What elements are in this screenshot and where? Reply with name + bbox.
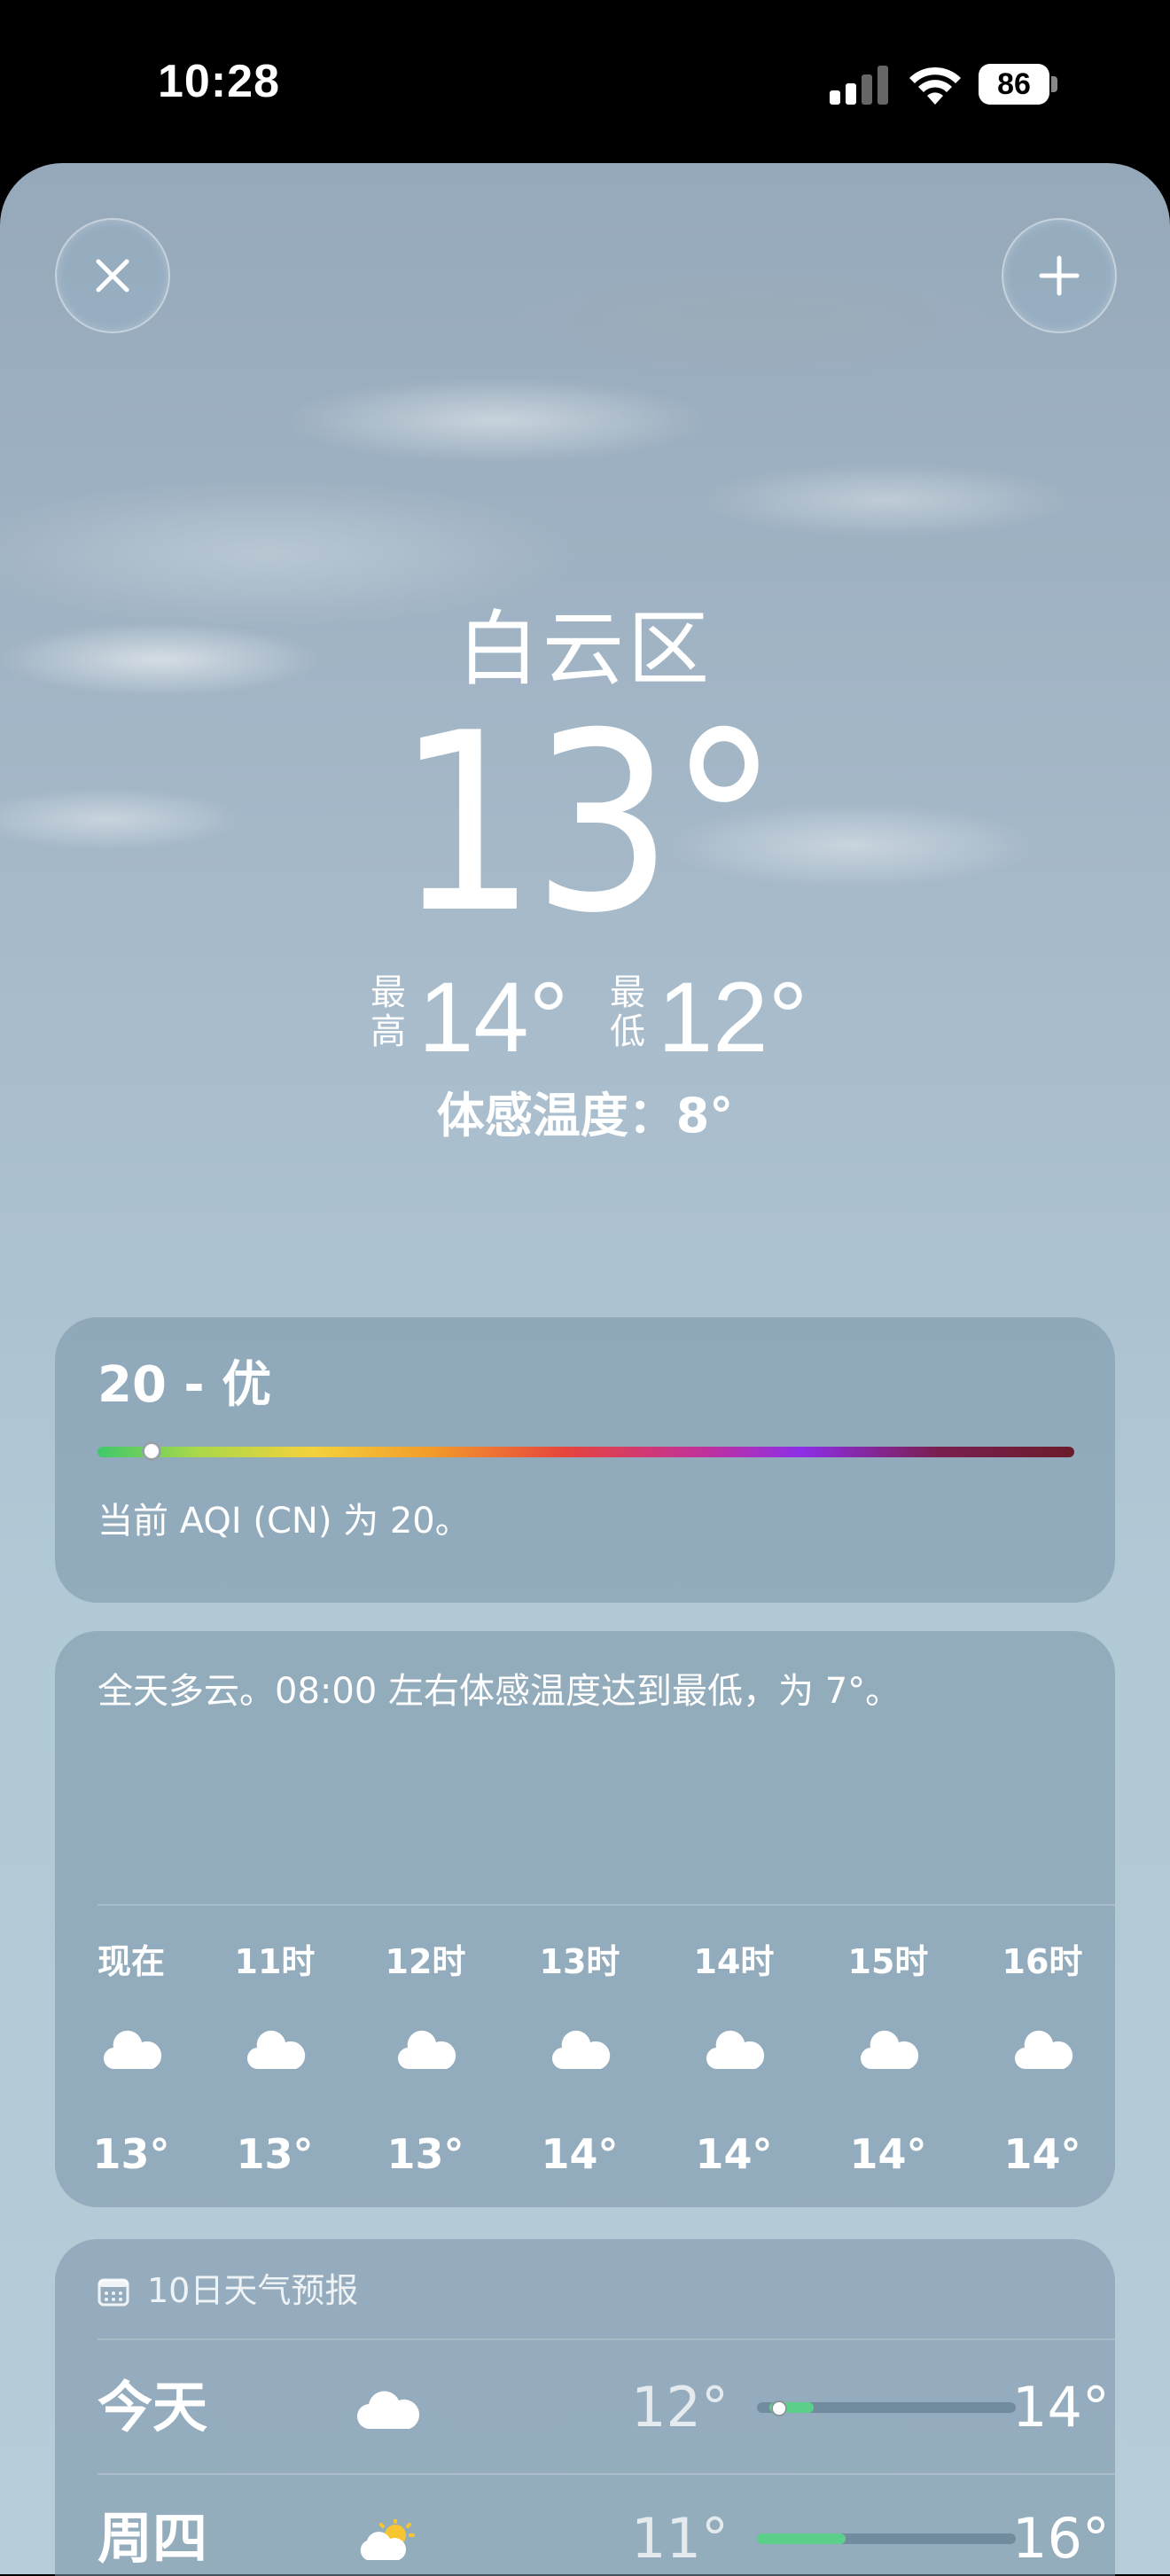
forecast-row-thursday[interactable]: 周四 11° 16°	[55, 2471, 1115, 2576]
hour-temperature: 13°	[236, 2130, 314, 2178]
hour-label: 现在	[97, 1942, 165, 1981]
hourly-item: 15时 14°	[835, 1631, 941, 2207]
forecast-day: 周四	[98, 2506, 208, 2571]
cloud-icon	[860, 2030, 919, 2070]
aqi-scale-bar	[98, 1447, 1074, 1457]
wifi-icon	[909, 66, 961, 105]
add-location-button[interactable]	[1002, 218, 1117, 333]
cloud-icon	[103, 2030, 162, 2070]
hourly-item: 现在 13°	[78, 1631, 184, 2207]
forecast-row-today[interactable]: 今天 12° 14°	[55, 2340, 1115, 2464]
current-temperature: 13°	[395, 680, 779, 967]
high-label: 最	[370, 972, 406, 1013]
forecast-title: 10日天气预报	[147, 2271, 359, 2310]
hourly-forecast-card[interactable]: 全天多云。08:00 左右体感温度达到最低，为 7°。 现在 13° 11时 13° 1…	[55, 1631, 1115, 2207]
aqi-value: 20 - 优	[98, 1356, 272, 1414]
air-quality-card[interactable]: 20 - 优 当前 AQI (CN) 为 20。	[55, 1317, 1115, 1603]
hour-label: 15时	[847, 1942, 929, 1981]
partly-sunny-icon	[360, 2519, 415, 2560]
hourly-item: 16时 14°	[989, 1631, 1096, 2207]
forecast-high: 16°	[1012, 2506, 1110, 2571]
hour-label: 13时	[539, 1942, 620, 1981]
calendar-icon	[98, 2278, 129, 2307]
plus-icon	[1039, 255, 1080, 296]
cellular-signal-icon	[830, 66, 888, 105]
hour-temperature: 14°	[849, 2130, 927, 2178]
hourly-item: 14时 14°	[681, 1631, 787, 2207]
close-button[interactable]	[55, 218, 170, 333]
cloud-icon	[246, 2030, 306, 2070]
cloud-icon	[397, 2030, 456, 2070]
forecast-low: 12°	[631, 2375, 729, 2439]
forecast-day: 今天	[98, 2375, 208, 2439]
cloud-icon	[551, 2030, 611, 2070]
forecast-low: 11°	[631, 2506, 729, 2571]
aqi-indicator	[142, 1441, 161, 1461]
hour-temperature: 13°	[92, 2130, 170, 2178]
status-time: 10:28	[158, 56, 280, 107]
close-icon	[96, 259, 129, 293]
hourly-item: 13时 14°	[526, 1631, 633, 2207]
hour-label: 11时	[234, 1942, 316, 1981]
low-value: 12°	[658, 962, 808, 1073]
hour-temperature: 14°	[695, 2130, 773, 2178]
hour-temperature: 13°	[386, 2130, 464, 2178]
aqi-description: 当前 AQI (CN) 为 20。	[98, 1501, 471, 1542]
current-temp-dot	[771, 2400, 787, 2416]
hour-label: 12时	[385, 1942, 466, 1981]
status-bar: 10:28 86	[0, 0, 1170, 160]
temperature-range-fill	[757, 2533, 846, 2544]
low-label: 最	[610, 972, 645, 1013]
battery-level: 86	[979, 64, 1049, 105]
ten-day-forecast-card[interactable]: 10日天气预报 今天 12° 14° 周四 11° 16°	[55, 2239, 1115, 2576]
hourly-item: 11时 13°	[222, 1631, 328, 2207]
feels-like: 体感温度：8°	[436, 1088, 734, 1144]
battery-icon: 86	[979, 64, 1058, 105]
forecast-high: 14°	[1012, 2375, 1110, 2439]
hour-label: 16时	[1002, 1942, 1083, 1981]
low-label: 低	[610, 1011, 645, 1052]
high-low-temperature: 最 高 14° 最 低 12°	[0, 964, 1170, 1071]
temperature-range-bar	[757, 2533, 1016, 2544]
cloud-icon	[706, 2030, 765, 2070]
cloud-icon	[1014, 2030, 1073, 2070]
hour-label: 14时	[693, 1942, 775, 1981]
hourly-item: 12时 13°	[372, 1631, 479, 2207]
hour-temperature: 14°	[541, 2130, 619, 2178]
cloud-icon	[356, 2391, 420, 2430]
temperature-range-bar	[757, 2400, 1016, 2416]
hour-temperature: 14°	[1003, 2130, 1081, 2178]
high-label: 高	[370, 1011, 406, 1052]
high-value: 14°	[418, 962, 569, 1073]
